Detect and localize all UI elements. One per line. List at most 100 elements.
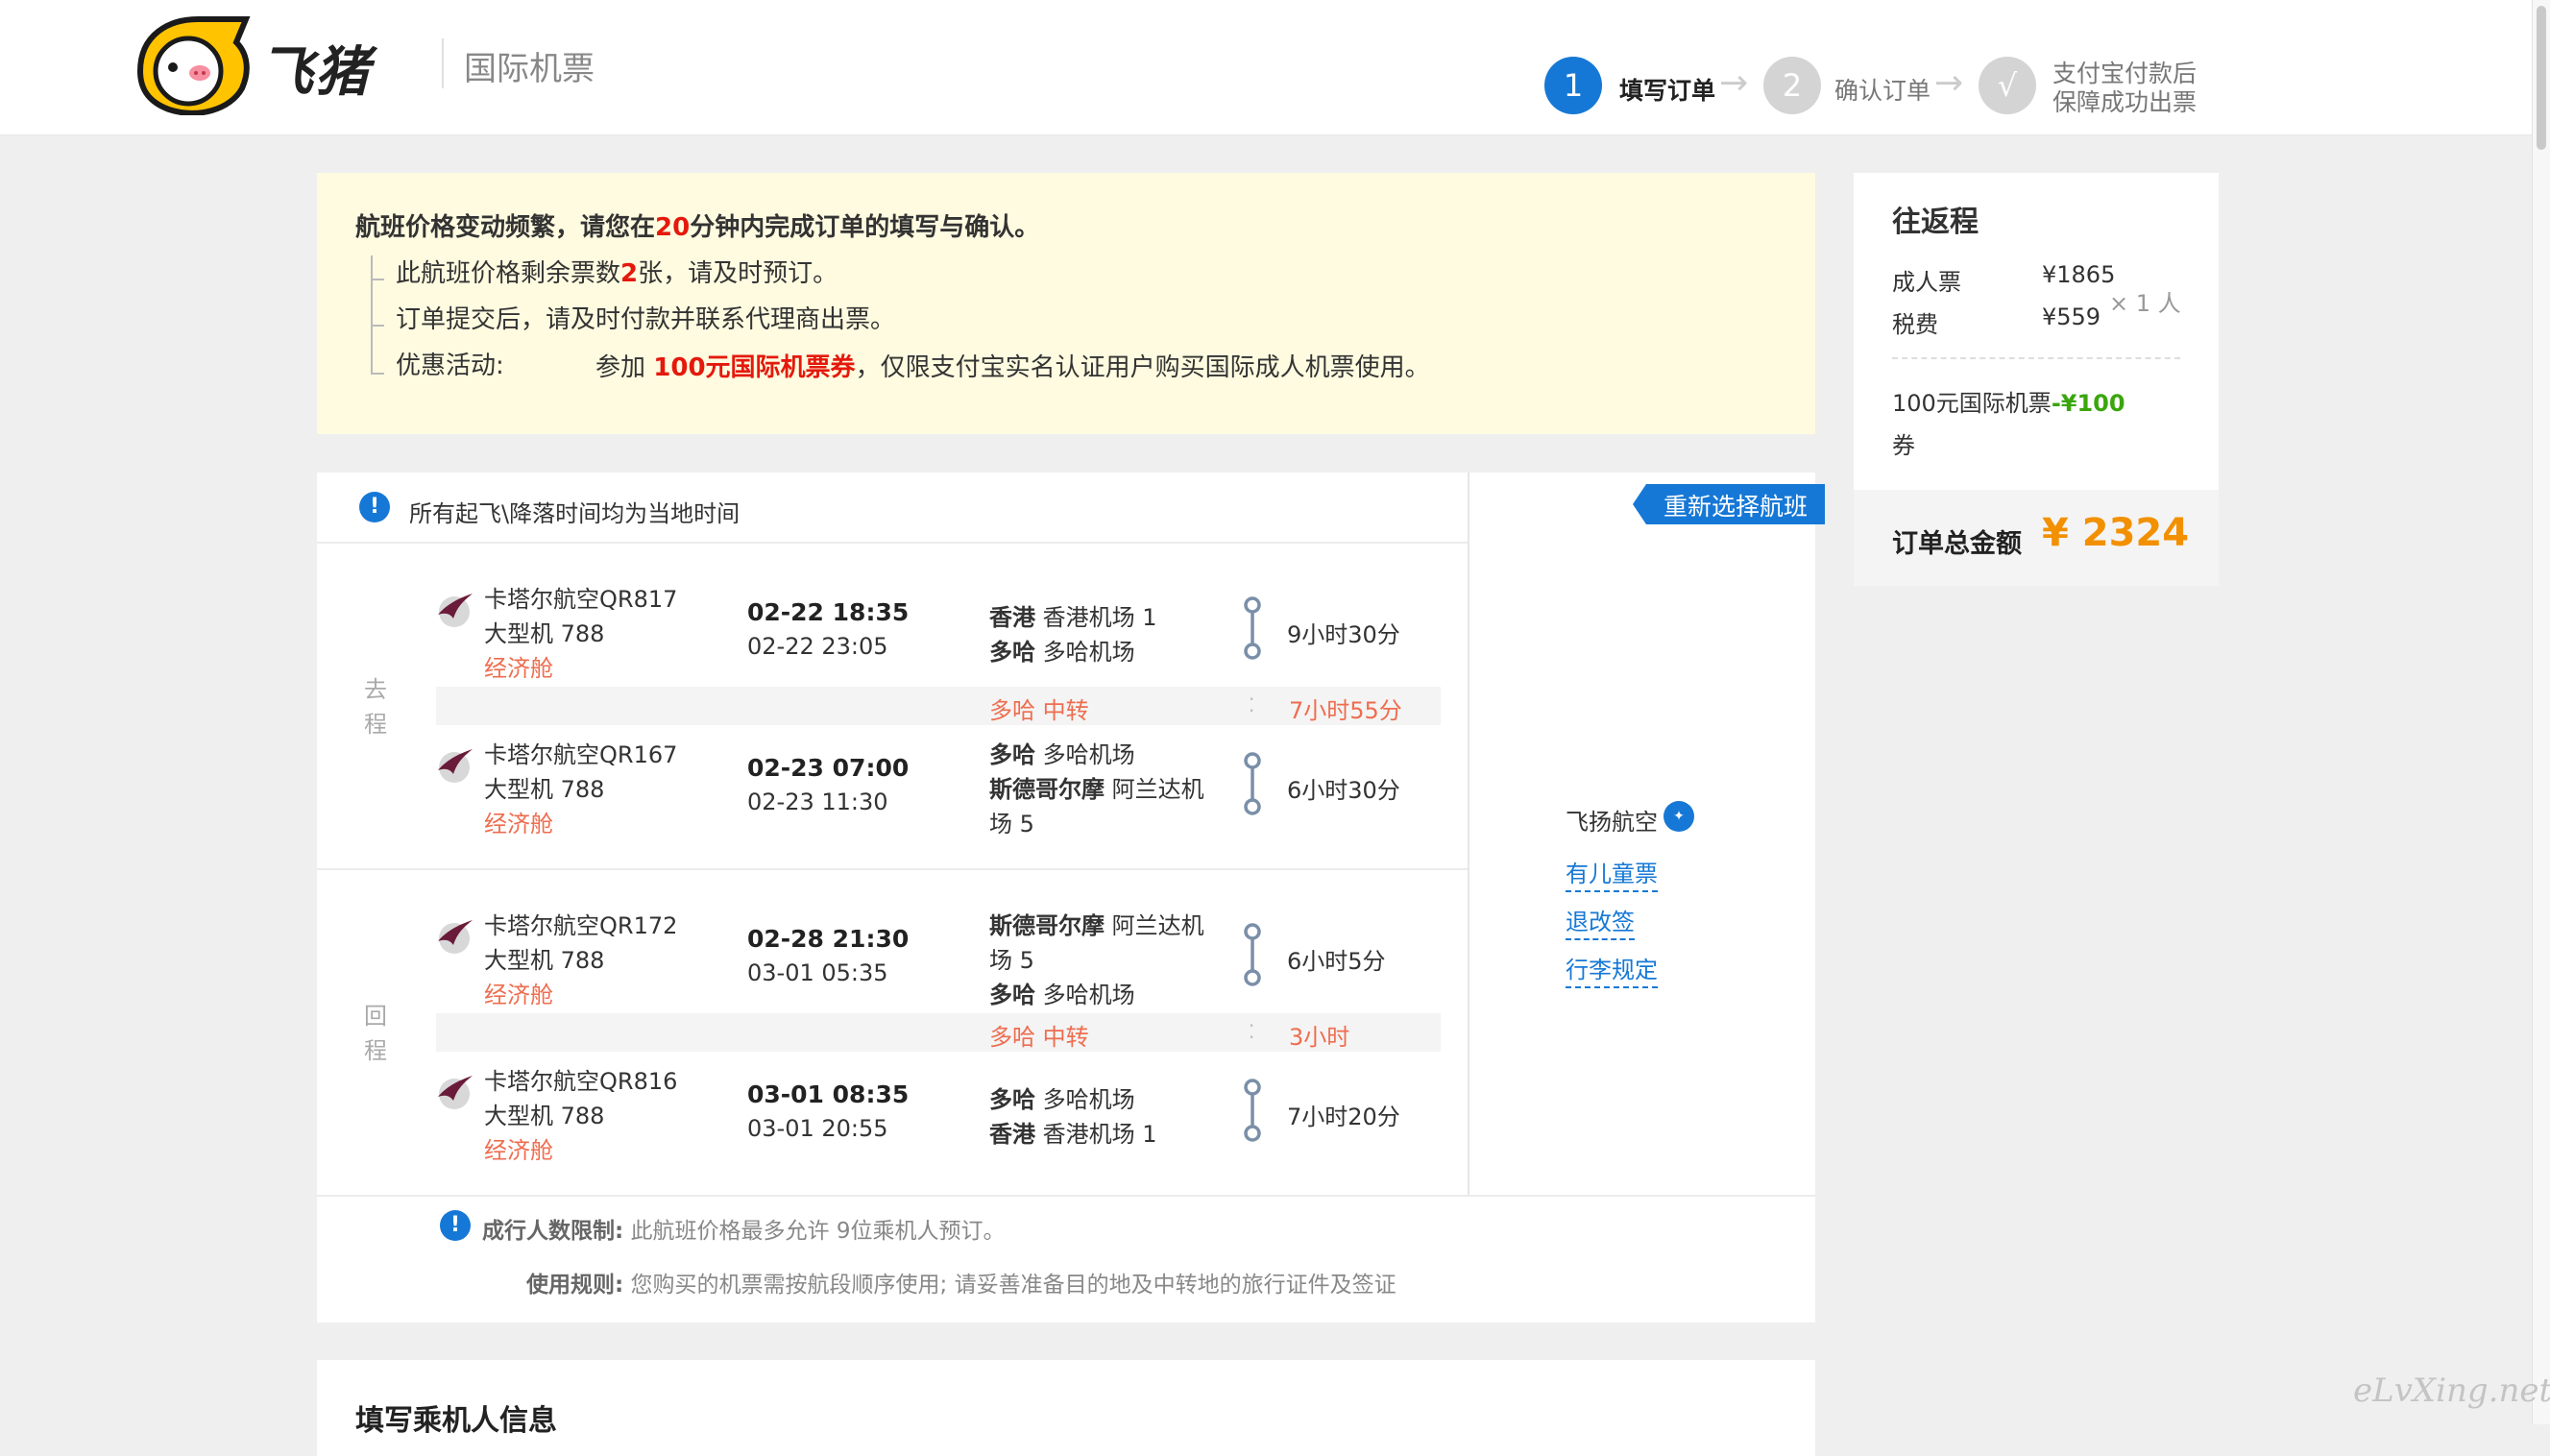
- tax-label: 税费: [1892, 311, 1938, 338]
- transit-place: 多哈 中转: [989, 1024, 1089, 1051]
- notice-tree-line: [371, 255, 373, 375]
- child-ticket-link[interactable]: 有儿童票: [1566, 855, 1658, 892]
- route-icon: [1244, 1079, 1261, 1142]
- segment-aircraft: 大型机 788: [484, 1103, 605, 1129]
- header-divider: [442, 38, 444, 88]
- program-badge-icon: ✦: [1664, 801, 1694, 832]
- usage-rules: 使用规则: 您购买的机票需按航段顺序使用; 请妥善准备目的地及中转地的旅行证件及…: [526, 1273, 1396, 1298]
- segment-duration: 7小时20分: [1287, 1104, 1400, 1130]
- refund-change-link[interactable]: 退改签: [1566, 903, 1635, 940]
- outbound-label: 去程: [364, 676, 387, 738]
- segment-arr-place: 多哈 多哈机场: [989, 982, 1135, 1008]
- total-label: 订单总金额: [1892, 529, 2022, 559]
- segment-arr-place: 多哈 多哈机场: [989, 639, 1135, 666]
- segment-cabin: 经济舱: [484, 811, 553, 837]
- step-2-label: 确认订单: [1834, 77, 1931, 105]
- scrollbar-thumb[interactable]: [2537, 6, 2546, 150]
- section-title: 国际机票: [464, 50, 595, 88]
- segment-arr-place-cont: 场 5: [989, 811, 1034, 837]
- segment-dep-time: 03-01 08:35: [747, 1080, 910, 1108]
- fliggy-logo[interactable]: [131, 13, 251, 115]
- info-icon: !: [359, 492, 390, 522]
- segment-airline: 卡塔尔航空QR167: [484, 741, 678, 768]
- timezone-note: 所有起飞\降落时间均为当地时间: [409, 500, 741, 527]
- transit-dots-icon: · ·: [1249, 1014, 1255, 1049]
- summary-divider: [1892, 357, 2180, 359]
- route-icon: [1244, 752, 1261, 815]
- notice-remaining-tickets: 此航班价格剩余票数2张，请及时预订。: [396, 259, 838, 288]
- passenger-limit: 成行人数限制: 此航班价格最多允许 9位乘机人预订。: [482, 1219, 1006, 1244]
- transit-place: 多哈 中转: [989, 697, 1089, 724]
- step-3-label: 支付宝付款后 保障成功出票: [2052, 60, 2197, 117]
- segment-duration: 9小时30分: [1287, 621, 1400, 648]
- route-icon: [1244, 596, 1261, 660]
- coupon-label: 100元国际机票-¥100: [1892, 390, 2125, 417]
- segment-duration: 6小时5分: [1287, 948, 1386, 975]
- step-1-label: 填写订单: [1619, 77, 1716, 105]
- coupon-label-cont: 券: [1892, 432, 1915, 459]
- segment-dep-place: 斯德哥尔摩 阿兰达机: [989, 912, 1204, 939]
- segment-aircraft: 大型机 788: [484, 776, 605, 803]
- total-amount: ¥ 2324: [2042, 511, 2190, 555]
- notice-tree-branch: [371, 325, 384, 327]
- step-arrow-icon: →: [1934, 63, 1964, 103]
- watermark: eLvXing.net: [2353, 1371, 2550, 1410]
- divider: [317, 542, 1468, 544]
- segment-dep-time: 02-22 18:35: [747, 598, 910, 626]
- step-arrow-icon: →: [1719, 63, 1749, 103]
- transit-dots-icon: · ·: [1249, 688, 1255, 722]
- transit-wait: 7小时55分: [1289, 697, 1402, 724]
- return-label: 回程: [364, 1003, 387, 1064]
- segment-cabin: 经济舱: [484, 1137, 553, 1164]
- adult-ticket-price: ¥1865: [2042, 261, 2116, 288]
- tax-price: ¥559: [2042, 303, 2101, 330]
- segment-dep-place: 多哈 多哈机场: [989, 1086, 1135, 1113]
- coupon-link[interactable]: 100元国际机票券: [653, 353, 855, 382]
- segment-dep-place: 香港 香港机场 1: [989, 604, 1157, 631]
- adult-ticket-label: 成人票: [1892, 269, 1961, 296]
- transit-wait: 3小时: [1289, 1024, 1350, 1051]
- segment-dep-place: 多哈 多哈机场: [989, 741, 1135, 768]
- segment-arr-time: 03-01 20:55: [747, 1115, 888, 1142]
- notice-time-limit: 航班价格变动频繁，请您在20分钟内完成订单的填写与确认。: [355, 213, 1040, 242]
- step-1-circle: 1: [1544, 57, 1602, 114]
- passenger-multiplier: × 1 人: [2109, 290, 2181, 317]
- divider: [317, 1195, 1815, 1197]
- step-3-check-icon: √: [1979, 57, 2036, 114]
- segment-cabin: 经济舱: [484, 655, 553, 682]
- segment-arr-time: 02-22 23:05: [747, 633, 888, 660]
- baggage-rules-link[interactable]: 行李规定: [1566, 951, 1658, 988]
- segment-arr-time: 02-23 11:30: [747, 789, 888, 815]
- step-3-label-line1: 支付宝付款后: [2052, 60, 2198, 87]
- segment-duration: 6小时30分: [1287, 777, 1400, 804]
- segment-dep-place-cont: 场 5: [989, 947, 1034, 974]
- passenger-section-title: 填写乘机人信息: [355, 1404, 557, 1438]
- trip-type-title: 往返程: [1892, 206, 1979, 239]
- segment-aircraft: 大型机 788: [484, 620, 605, 647]
- notice-tree-branch: [371, 279, 384, 280]
- qatar-airways-logo-icon: [438, 920, 473, 954]
- notice-promo: 参加 100元国际机票券，仅限支付宝实名认证用户购买国际成人机票使用。: [595, 353, 1430, 382]
- flight-panel-divider: [1468, 473, 1469, 1195]
- notice-tree-branch: [371, 373, 384, 375]
- qatar-airways-logo-icon: [438, 594, 473, 627]
- segment-dep-time: 02-23 07:00: [747, 754, 910, 782]
- qatar-airways-logo-icon: [438, 1076, 473, 1109]
- route-icon: [1244, 923, 1261, 986]
- segment-airline: 卡塔尔航空QR816: [484, 1068, 678, 1095]
- qatar-airways-logo-icon: [438, 749, 473, 783]
- segment-dep-time: 02-28 21:30: [747, 925, 910, 953]
- segment-cabin: 经济舱: [484, 982, 553, 1008]
- page-scrollbar[interactable]: [2532, 0, 2550, 1424]
- program-name[interactable]: 飞扬航空: [1566, 803, 1658, 837]
- segment-arr-time: 03-01 05:35: [747, 959, 888, 986]
- step-3-label-line2: 保障成功出票: [2052, 88, 2198, 116]
- notice-payment: 订单提交后，请及时付款并联系代理商出票。: [396, 305, 896, 334]
- segment-aircraft: 大型机 788: [484, 947, 605, 974]
- reselect-flight-label[interactable]: 重新选择航班: [1664, 488, 1808, 522]
- brand-name: 飞猪: [259, 41, 371, 104]
- notice-promo-label: 优惠活动:: [396, 352, 504, 380]
- step-2-circle: 2: [1763, 57, 1821, 114]
- segment-arr-place: 斯德哥尔摩 阿兰达机: [989, 776, 1204, 803]
- divider: [317, 868, 1468, 870]
